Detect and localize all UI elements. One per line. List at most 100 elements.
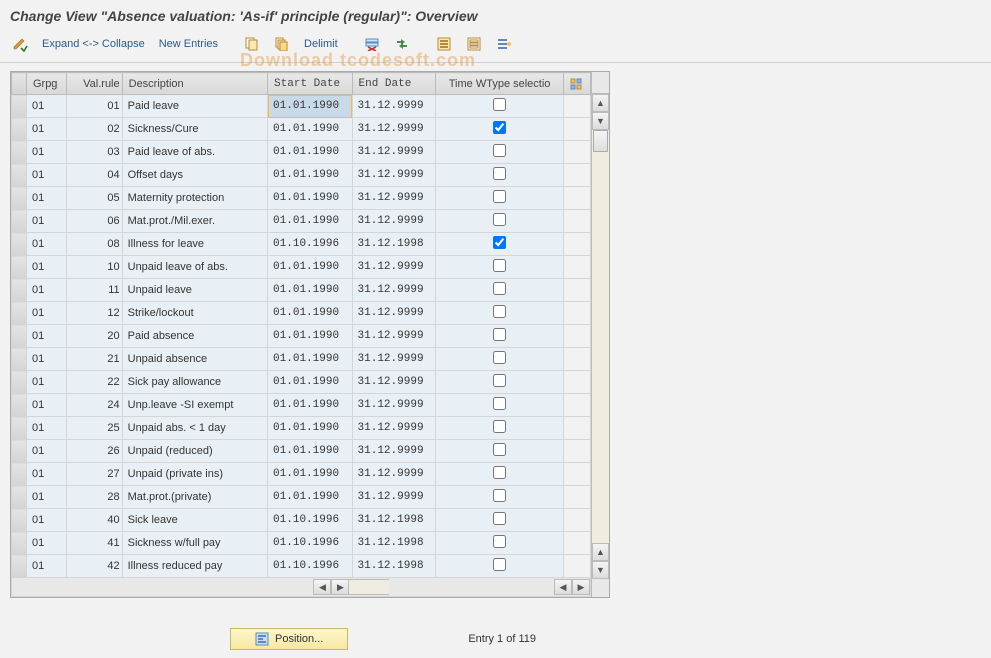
cell-grpg[interactable]: 01 (26, 279, 66, 302)
col-header-check[interactable]: Time WType selectio (435, 73, 563, 95)
wtype-selection-checkbox[interactable] (493, 121, 506, 134)
vscroll-thumb[interactable] (593, 130, 608, 152)
cell-end-date[interactable]: 31.12.1998 (352, 555, 435, 578)
wtype-selection-checkbox[interactable] (493, 466, 506, 479)
cell-grpg[interactable]: 01 (26, 141, 66, 164)
cell-start-date[interactable]: 01.10.1996 (268, 555, 352, 578)
cell-grpg[interactable]: 01 (26, 164, 66, 187)
cell-description[interactable]: Unpaid leave (122, 279, 267, 302)
hscroll-track-1[interactable] (349, 579, 389, 595)
cell-valrule[interactable]: 04 (67, 164, 123, 187)
cell-description[interactable]: Offset days (122, 164, 267, 187)
cell-end-date[interactable]: 31.12.9999 (352, 256, 435, 279)
row-selector-header[interactable] (12, 73, 27, 95)
cell-start-date[interactable]: 01.01.1990 (268, 187, 352, 210)
copy-all-btn[interactable] (270, 34, 294, 54)
cell-grpg[interactable]: 01 (26, 440, 66, 463)
row-selector[interactable] (12, 394, 27, 417)
cell-end-date[interactable]: 31.12.1998 (352, 532, 435, 555)
wtype-selection-checkbox[interactable] (493, 282, 506, 295)
row-selector[interactable] (12, 325, 27, 348)
cell-end-date[interactable]: 31.12.9999 (352, 279, 435, 302)
cell-start-date[interactable]: 01.10.1996 (268, 509, 352, 532)
wtype-selection-checkbox[interactable] (493, 167, 506, 180)
cell-valrule[interactable]: 25 (67, 417, 123, 440)
cell-valrule[interactable]: 11 (67, 279, 123, 302)
cell-valrule[interactable]: 26 (67, 440, 123, 463)
row-selector[interactable] (12, 509, 27, 532)
col-header-start[interactable]: Start Date (268, 73, 352, 95)
cell-start-date[interactable]: 01.01.1990 (268, 440, 352, 463)
cell-start-date[interactable]: 01.01.1990 (268, 279, 352, 302)
row-selector[interactable] (12, 95, 27, 118)
cell-start-date[interactable]: 01.10.1996 (268, 233, 352, 256)
row-selector[interactable] (12, 302, 27, 325)
wtype-selection-checkbox[interactable] (493, 259, 506, 272)
cell-end-date[interactable]: 31.12.9999 (352, 394, 435, 417)
cell-description[interactable]: Maternity protection (122, 187, 267, 210)
cell-description[interactable]: Sick pay allowance (122, 371, 267, 394)
cell-description[interactable]: Illness reduced pay (122, 555, 267, 578)
cell-grpg[interactable]: 01 (26, 95, 66, 118)
table-settings-btn[interactable] (564, 73, 591, 95)
wtype-selection-checkbox[interactable] (493, 305, 506, 318)
cell-grpg[interactable]: 01 (26, 509, 66, 532)
cell-start-date[interactable]: 01.01.1990 (268, 325, 352, 348)
cell-start-date[interactable]: 01.01.1990 (268, 417, 352, 440)
cell-end-date[interactable]: 31.12.9999 (352, 417, 435, 440)
cell-description[interactable]: Unpaid (private ins) (122, 463, 267, 486)
cell-valrule[interactable]: 05 (67, 187, 123, 210)
col-header-valrule[interactable]: Val.rule (67, 73, 123, 95)
cell-valrule[interactable]: 40 (67, 509, 123, 532)
cell-grpg[interactable]: 01 (26, 325, 66, 348)
hscroll-left-btn-1[interactable]: ◀ (313, 579, 331, 595)
row-selector[interactable] (12, 233, 27, 256)
cell-description[interactable]: Illness for leave (122, 233, 267, 256)
wtype-selection-checkbox[interactable] (493, 190, 506, 203)
cell-grpg[interactable]: 01 (26, 233, 66, 256)
row-selector[interactable] (12, 532, 27, 555)
row-selector[interactable] (12, 118, 27, 141)
cell-valrule[interactable]: 06 (67, 210, 123, 233)
wtype-selection-checkbox[interactable] (493, 558, 506, 571)
cell-valrule[interactable]: 10 (67, 256, 123, 279)
cell-valrule[interactable]: 42 (67, 555, 123, 578)
cell-grpg[interactable]: 01 (26, 463, 66, 486)
cell-valrule[interactable]: 03 (67, 141, 123, 164)
cell-valrule[interactable]: 21 (67, 348, 123, 371)
wtype-selection-checkbox[interactable] (493, 535, 506, 548)
cell-description[interactable]: Sickness/Cure (122, 118, 267, 141)
cell-valrule[interactable]: 28 (67, 486, 123, 509)
col-header-end[interactable]: End Date (352, 73, 435, 95)
cell-grpg[interactable]: 01 (26, 532, 66, 555)
cell-end-date[interactable]: 31.12.9999 (352, 371, 435, 394)
col-header-description[interactable]: Description (122, 73, 267, 95)
row-selector[interactable] (12, 371, 27, 394)
expand-collapse-btn[interactable]: Expand <-> Collapse (38, 36, 149, 52)
wtype-selection-checkbox[interactable] (493, 420, 506, 433)
cell-end-date[interactable]: 31.12.9999 (352, 141, 435, 164)
wtype-selection-checkbox[interactable] (493, 512, 506, 525)
cell-start-date[interactable]: 01.01.1990 (268, 302, 352, 325)
cell-grpg[interactable]: 01 (26, 118, 66, 141)
wtype-selection-checkbox[interactable] (493, 213, 506, 226)
wtype-selection-checkbox[interactable] (493, 374, 506, 387)
row-selector[interactable] (12, 210, 27, 233)
cell-grpg[interactable]: 01 (26, 348, 66, 371)
row-selector[interactable] (12, 279, 27, 302)
cell-grpg[interactable]: 01 (26, 555, 66, 578)
cell-end-date[interactable]: 31.12.1998 (352, 233, 435, 256)
cell-description[interactable]: Unpaid absence (122, 348, 267, 371)
row-selector[interactable] (12, 256, 27, 279)
row-selector[interactable] (12, 141, 27, 164)
cell-valrule[interactable]: 20 (67, 325, 123, 348)
config-btn[interactable] (492, 34, 516, 54)
cell-end-date[interactable]: 31.12.9999 (352, 486, 435, 509)
cell-start-date[interactable]: 01.10.1996 (268, 532, 352, 555)
cell-valrule[interactable]: 08 (67, 233, 123, 256)
wtype-selection-checkbox[interactable] (493, 98, 506, 111)
hscroll-left-btn-2[interactable]: ◀ (554, 579, 572, 595)
cell-start-date[interactable]: 01.01.1990 (268, 394, 352, 417)
cell-grpg[interactable]: 01 (26, 417, 66, 440)
cell-start-date[interactable]: 01.01.1990 (268, 164, 352, 187)
